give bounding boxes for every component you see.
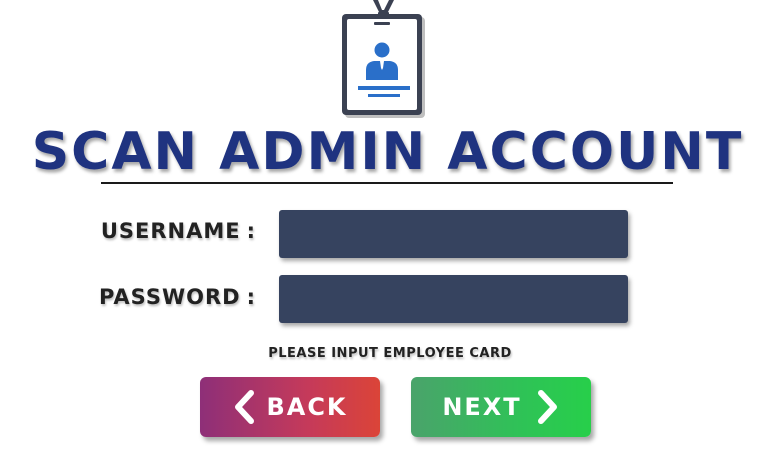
- page-title: SCAN ADMIN ACCOUNT: [31, 122, 744, 182]
- chevron-right-icon: [534, 390, 560, 424]
- username-label: USERNAME:: [96, 219, 256, 243]
- next-button-label: NEXT: [442, 393, 522, 421]
- username-label-colon: :: [246, 219, 256, 243]
- password-input[interactable]: [279, 275, 628, 323]
- back-button-label: BACK: [266, 393, 348, 421]
- username-input[interactable]: [279, 210, 628, 258]
- password-label-colon: :: [246, 285, 256, 309]
- employee-badge-icon: [340, 0, 428, 120]
- password-label-text: PASSWORD: [98, 285, 241, 309]
- title-underline: [101, 182, 673, 184]
- next-button[interactable]: NEXT: [411, 377, 591, 437]
- chevron-left-icon: [232, 390, 258, 424]
- username-label-text: USERNAME: [100, 219, 241, 243]
- back-button[interactable]: BACK: [200, 377, 380, 437]
- employee-card-hint: PLEASE INPUT EMPLOYEE CARD: [268, 346, 512, 361]
- password-label: PASSWORD:: [96, 285, 256, 309]
